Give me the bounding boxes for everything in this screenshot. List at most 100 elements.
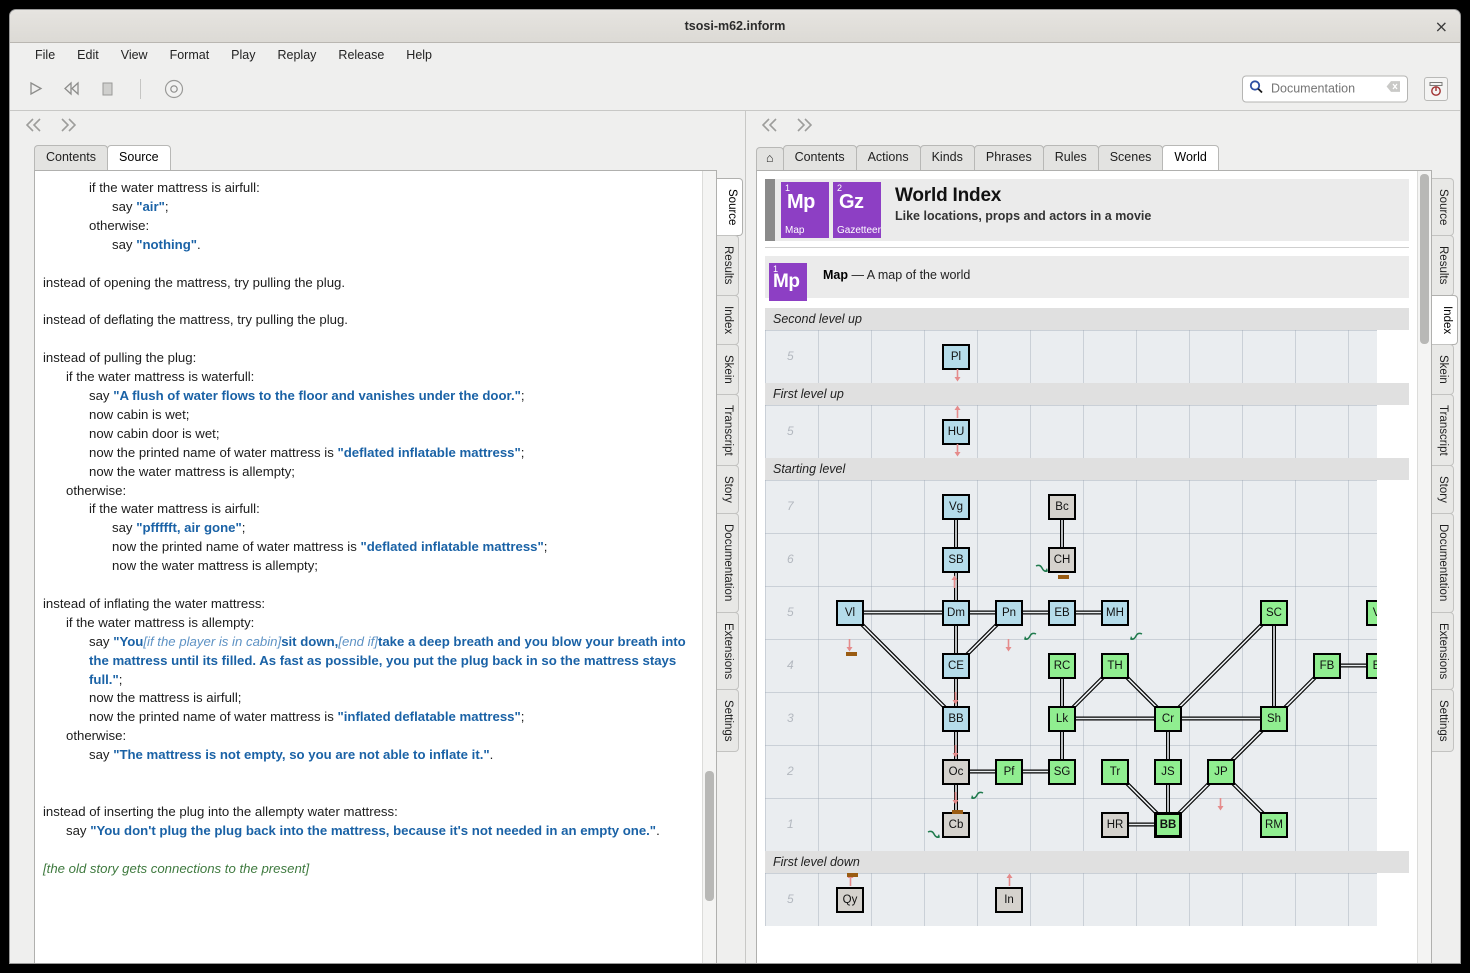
vtab-left-results[interactable]: Results [717,235,739,296]
vtab-right-documentation[interactable]: Documentation [1432,513,1454,613]
map-level-label: First level down [765,851,1409,873]
map-room-BB[interactable]: BB [1154,811,1182,838]
map-room-Sh[interactable]: Sh [1260,705,1288,732]
source-vertical-scrollbar[interactable] [702,171,716,963]
map-room-RM[interactable]: RM [1260,811,1288,838]
tab-kinds[interactable]: Kinds [919,145,975,170]
menu-item-help[interactable]: Help [395,46,443,64]
tab-home[interactable]: ⌂ [756,147,784,170]
map-room-Qy[interactable]: Qy [836,886,864,913]
vtab-right-results[interactable]: Results [1432,235,1454,296]
map-room-VA[interactable]: VA [1366,599,1377,626]
map-room-SG[interactable]: SG [1048,758,1076,785]
world-map[interactable]: Second level up 5 Pl First level up 5 HU Start… [765,308,1409,926]
map-room-Tr[interactable]: Tr [1101,758,1129,785]
vtab-left-documentation[interactable]: Documentation [717,513,739,613]
menu-item-play[interactable]: Play [220,46,266,64]
menu-item-edit[interactable]: Edit [66,46,110,64]
vtab-right-settings[interactable]: Settings [1432,688,1454,753]
vtab-left-source[interactable]: Source [717,178,743,237]
tab-scenes[interactable]: Scenes [1097,145,1164,170]
tab-rules[interactable]: Rules [1042,145,1099,170]
map-grid-0[interactable]: 5 Pl [765,330,1377,383]
map-grid-1[interactable]: 5 HU [765,405,1377,458]
menu-item-file[interactable]: File [24,46,66,64]
section-icon-gazetteer[interactable]: 2 Gz Gazetteer [833,182,881,238]
map-room-FB[interactable]: FB [1313,652,1341,679]
map-room-RC[interactable]: RC [1048,652,1076,679]
index-refresh-button[interactable] [1424,76,1448,101]
map-room-SC[interactable]: SC [1260,599,1288,626]
menu-item-replay[interactable]: Replay [267,46,328,64]
documentation-search[interactable] [1242,75,1408,102]
map-room-SB[interactable]: SB [942,546,970,573]
map-room-In[interactable]: In [995,886,1023,913]
map-room-Pn[interactable]: Pn [995,599,1023,626]
map-room-BB[interactable]: BB [942,705,970,732]
map-room-Bc[interactable]: Bc [1048,493,1076,520]
map-room-EB[interactable]: EB [1048,599,1076,626]
map-room-Oc[interactable]: Oc [942,758,970,785]
vtab-right-source[interactable]: Source [1432,178,1454,237]
vtab-right-story[interactable]: Story [1432,465,1454,515]
tab-contents[interactable]: Contents [34,145,109,170]
map-room-JS[interactable]: JS [1154,758,1182,785]
vtab-right-extensions[interactable]: Extensions [1432,611,1454,690]
replay-button[interactable] [60,78,82,100]
source-code[interactable]: if the water mattress is airfull: say "ai… [35,171,702,963]
current-section-icon[interactable]: 1 Mp [769,263,807,301]
map-down-arrow [951,792,960,807]
vtab-left-story[interactable]: Story [717,465,739,515]
search-input[interactable] [1269,80,1382,97]
map-up-arrow [1005,873,1014,888]
map-grid-2[interactable]: 7654321VgBcSBCHVlDmPnEBMHSCVACERCTHFBBFB… [765,480,1377,851]
menu-item-format[interactable]: Format [159,46,221,64]
source-editor[interactable]: if the water mattress is airfull: say "ai… [34,170,717,963]
vtab-right-index[interactable]: Index [1432,294,1458,345]
map-room-HU[interactable]: HU [942,418,970,445]
map-room-Cb[interactable]: Cb [942,811,970,838]
vtab-left-index[interactable]: Index [717,294,739,345]
source-line: now cabin is wet; [43,406,692,425]
map-room-HR[interactable]: HR [1101,811,1129,838]
map-room-Vl[interactable]: Vl [836,599,864,626]
map-room-Dm[interactable]: Dm [942,599,970,626]
index-vertical-scrollbar[interactable] [1417,171,1431,963]
vtab-right-transcript[interactable]: Transcript [1432,393,1454,467]
map-room-Cr[interactable]: Cr [1154,705,1182,732]
tab-phrases[interactable]: Phrases [973,145,1044,170]
clear-icon[interactable] [1386,80,1401,98]
map-room-TH[interactable]: TH [1101,652,1129,679]
tab-world[interactable]: World [1162,145,1219,170]
left-forward-button[interactable] [58,118,77,137]
vtab-left-extensions[interactable]: Extensions [717,611,739,690]
vtab-right-skein[interactable]: Skein [1432,343,1454,395]
tab-source[interactable]: Source [107,145,171,170]
map-grid-3[interactable]: 5 Qy In [765,873,1377,926]
world-index-panel[interactable]: 1 Mp Map 2 Gz Gazetteer World Index Like… [756,170,1432,963]
map-room-CH[interactable]: CH [1048,546,1076,573]
vtab-left-skein[interactable]: Skein [717,343,739,395]
close-icon[interactable]: × [1435,10,1448,43]
right-back-button[interactable] [761,118,780,137]
tab-contents[interactable]: Contents [782,145,857,170]
vtab-left-settings[interactable]: Settings [717,688,739,753]
tab-actions[interactable]: Actions [855,145,921,170]
menu-item-release[interactable]: Release [327,46,395,64]
map-room-Pl[interactable]: Pl [942,343,970,370]
map-room-MH[interactable]: MH [1101,599,1129,626]
map-room-Lk[interactable]: Lk [1048,705,1076,732]
map-room-JP[interactable]: JP [1207,758,1235,785]
right-forward-button[interactable] [794,118,813,137]
map-room-CE[interactable]: CE [942,652,970,679]
menu-item-view[interactable]: View [110,46,159,64]
vtab-left-transcript[interactable]: Transcript [717,393,739,467]
map-room-BF[interactable]: BF [1366,652,1377,679]
record-button[interactable] [163,78,185,100]
map-room-Vg[interactable]: Vg [942,493,970,520]
left-back-button[interactable] [25,118,44,137]
section-icon-map[interactable]: 1 Mp Map [781,182,829,238]
stop-button[interactable] [96,78,118,100]
go-button[interactable] [24,78,46,100]
map-room-Pf[interactable]: Pf [995,758,1023,785]
